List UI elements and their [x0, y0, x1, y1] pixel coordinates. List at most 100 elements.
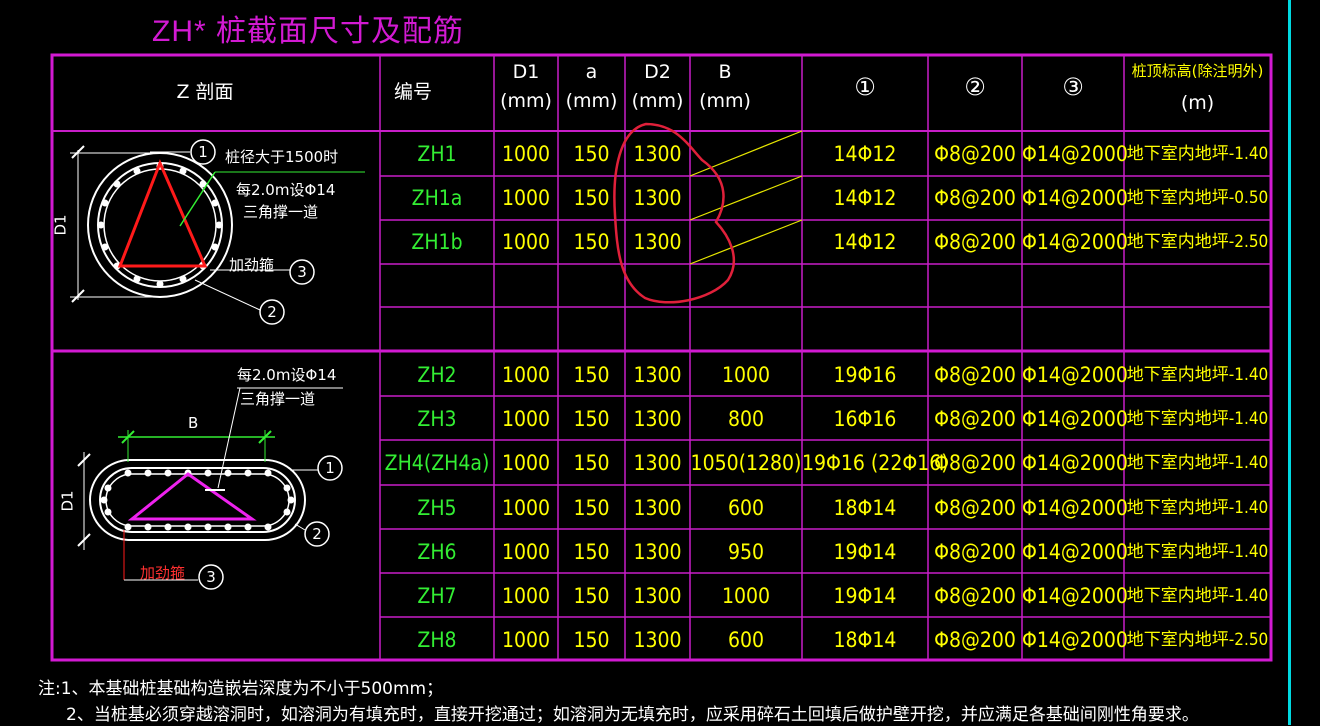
header-col-2: ②	[964, 73, 986, 101]
cell-d1: 1000	[501, 407, 551, 431]
cell-pile-id: ZH6	[417, 540, 457, 564]
cell-main-rebar: 18Φ14	[833, 496, 897, 520]
cell-elevation: 地下室内地坪-1.40	[1126, 365, 1269, 385]
cell-a: 150	[573, 142, 610, 166]
cell-stirrup: Φ8@200	[934, 451, 1016, 475]
cell-stirrup: Φ8@200	[934, 363, 1016, 387]
cell-b: 600	[727, 628, 765, 652]
cell-a: 150	[573, 186, 610, 210]
header-number: 编号	[393, 81, 432, 103]
cell-b: 800	[727, 407, 765, 431]
cell-stiffener: Φ14@2000	[1022, 230, 1128, 254]
cell-d2: 1300	[633, 363, 682, 387]
callout-2b-number: 2	[312, 525, 322, 543]
cell-d1: 1000	[501, 186, 551, 210]
cell-a: 150	[573, 540, 610, 564]
cell-stirrup: Φ8@200	[934, 230, 1016, 254]
note-diameter: 桩径大于1500时	[225, 148, 339, 166]
cell-d2: 1300	[633, 584, 682, 608]
cell-stiffener: Φ14@2000	[1022, 451, 1128, 475]
header-elevation: 桩顶标高(除注明外)	[1131, 62, 1264, 80]
cell-pile-id: ZH3	[417, 407, 457, 431]
cell-d2: 1300	[633, 186, 682, 210]
header-d2: D2	[644, 61, 671, 83]
callout-3-number: 3	[297, 263, 307, 281]
cell-a: 150	[573, 407, 610, 431]
cell-stirrup: Φ8@200	[934, 407, 1016, 431]
cell-main-rebar: 14Φ12	[833, 142, 897, 166]
obround-pile-section	[77, 387, 343, 590]
cell-d1: 1000	[501, 363, 551, 387]
b-column-diagonals	[689, 130, 803, 265]
d1-dimension-label: D1	[51, 214, 70, 236]
note-1: 注:1、本基础桩基础构造嵌岩深度为不小于500mm；	[38, 679, 444, 699]
cell-main-rebar: 19Φ16 (22Φ16)	[802, 451, 949, 475]
cell-elevation: 地下室内地坪-2.50	[1126, 630, 1269, 650]
cell-pile-id: ZH2	[417, 363, 457, 387]
cell-stirrup: Φ8@200	[934, 496, 1016, 520]
header-b: B	[718, 61, 732, 83]
cell-elevation: 地下室内地坪-1.40	[1126, 453, 1269, 473]
header-a-unit: (mm)	[565, 90, 618, 112]
cell-d1: 1000	[501, 584, 551, 608]
cell-d1: 1000	[501, 230, 551, 254]
cell-a: 150	[573, 451, 610, 475]
callout-3b-number: 3	[206, 568, 216, 586]
d1-b-dimension-label: D1	[58, 490, 77, 512]
cell-elevation: 地下室内地坪-1.40	[1126, 144, 1269, 164]
b-dimension-label: B	[188, 414, 199, 432]
header-elevation-unit: (m)	[1180, 92, 1215, 114]
cell-main-rebar: 19Φ14	[833, 540, 897, 564]
note-hoop-b: 加劲箍	[140, 564, 186, 582]
cell-a: 150	[573, 628, 610, 652]
note-brace-b-line2: 三角撑一道	[240, 390, 316, 408]
note-2: 2、当桩基必须穿越溶洞时，如溶洞为有填充时，直接开挖通过；如溶洞为无填充时，应采…	[66, 705, 1199, 725]
cell-main-rebar: 14Φ12	[833, 186, 897, 210]
cell-pile-id: ZH7	[417, 584, 457, 608]
cell-d2: 1300	[633, 540, 682, 564]
cell-elevation: 地下室内地坪-2.50	[1126, 232, 1269, 252]
cell-b: 1000	[721, 363, 771, 387]
cell-pile-id: ZH1	[417, 142, 457, 166]
cell-d2: 1300	[633, 496, 682, 520]
cell-main-rebar: 18Φ14	[833, 628, 897, 652]
cell-elevation: 地下室内地坪-1.40	[1126, 498, 1269, 518]
header-d1-unit: (mm)	[500, 90, 552, 112]
callout-1b-number: 1	[325, 459, 335, 477]
cell-b: 600	[727, 496, 765, 520]
cell-stirrup: Φ8@200	[934, 584, 1016, 608]
cell-stiffener: Φ14@2000	[1022, 540, 1128, 564]
header-d2-unit: (mm)	[631, 90, 684, 112]
cell-pile-id: ZH5	[417, 496, 457, 520]
cell-stirrup: Φ8@200	[934, 186, 1016, 210]
cell-d1: 1000	[501, 628, 551, 652]
cell-main-rebar: 14Φ12	[833, 230, 897, 254]
cell-stiffener: Φ14@2000	[1022, 363, 1128, 387]
cell-stiffener: Φ14@2000	[1022, 628, 1128, 652]
note-hoop: 加劲箍	[229, 256, 275, 274]
cell-stirrup: Φ8@200	[934, 540, 1016, 564]
cell-d2: 1300	[633, 451, 682, 475]
cell-stiffener: Φ14@2000	[1022, 186, 1128, 210]
cell-d2: 1300	[633, 628, 682, 652]
cell-b: 1050(1280)	[690, 451, 802, 475]
note-brace-line2: 三角撑一道	[243, 203, 319, 221]
cell-pile-id: ZH8	[417, 628, 457, 652]
cell-stirrup: Φ8@200	[934, 628, 1016, 652]
cell-d1: 1000	[501, 496, 551, 520]
header-section: Z 剖面	[176, 81, 234, 103]
callout-1-number: 1	[198, 143, 208, 161]
cell-main-rebar: 19Φ14	[833, 584, 897, 608]
cell-stiffener: Φ14@2000	[1022, 142, 1128, 166]
cell-d1: 1000	[501, 142, 551, 166]
cell-main-rebar: 16Φ16	[833, 407, 897, 431]
cell-elevation: 地下室内地坪-1.40	[1126, 542, 1269, 562]
cell-a: 150	[573, 230, 610, 254]
cell-elevation: 地下室内地坪-1.40	[1126, 409, 1269, 429]
callout-2-number: 2	[267, 303, 277, 321]
cell-elevation: 地下室内地坪-0.50	[1126, 188, 1269, 208]
header-a: a	[585, 61, 598, 83]
cell-b: 1000	[721, 584, 771, 608]
cell-stiffener: Φ14@2000	[1022, 584, 1128, 608]
cell-d1: 1000	[501, 451, 551, 475]
